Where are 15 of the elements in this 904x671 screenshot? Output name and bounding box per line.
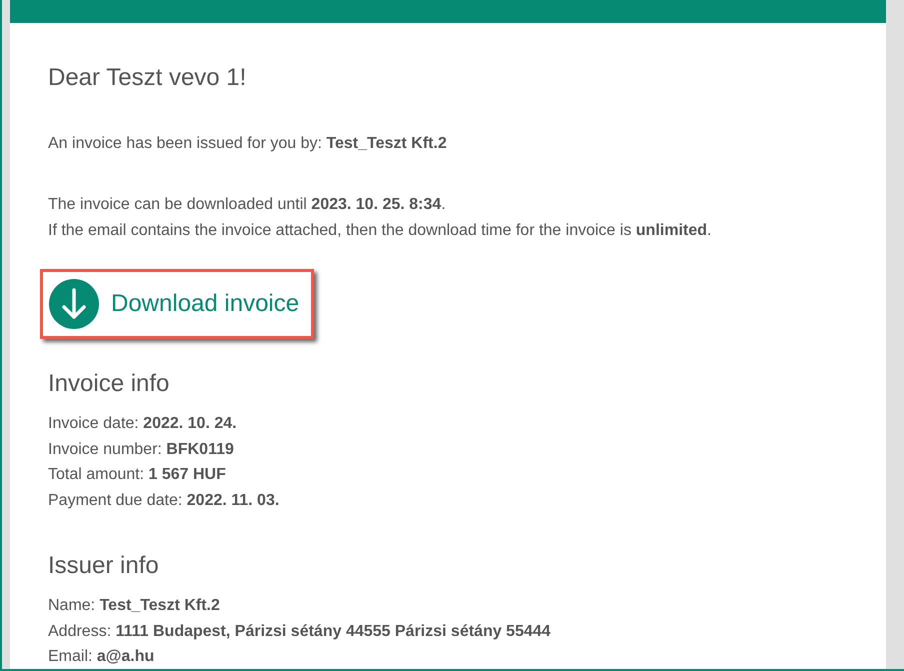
download-icon [49,279,99,329]
download-link[interactable]: Download invoice [40,269,314,339]
download-note: The invoice can be downloaded until 2023. 10. 25. 8:34. [48,195,447,215]
info-line: Payment due date: 2022. 11. 03. [48,490,280,510]
info-line: Invoice date: 2022. 10. 24. [48,414,238,434]
download-note: If the email contains the invoice attached, then the download time for the invoice is unlimited. [48,220,712,240]
info-line: Invoice number: BFK0119 [48,440,235,460]
issuer-sentence: An invoice has been issued for you by: Test_Teszt Kft.2 [48,134,448,154]
info-line: Name: Test_Teszt Kft.2 [48,596,221,616]
info-line: Email: a@a.hu [48,647,156,667]
greeting-heading: Dear Teszt vevo 1! [48,63,248,93]
section-heading: Issuer info [48,551,160,581]
info-line: Address: 1111 Budapest, Párizsi sétány 44555 Párizsi sétány 55444 [48,622,552,642]
section-heading: Invoice info [48,369,170,399]
info-line: Total amount: 1 567 HUF [48,465,227,485]
